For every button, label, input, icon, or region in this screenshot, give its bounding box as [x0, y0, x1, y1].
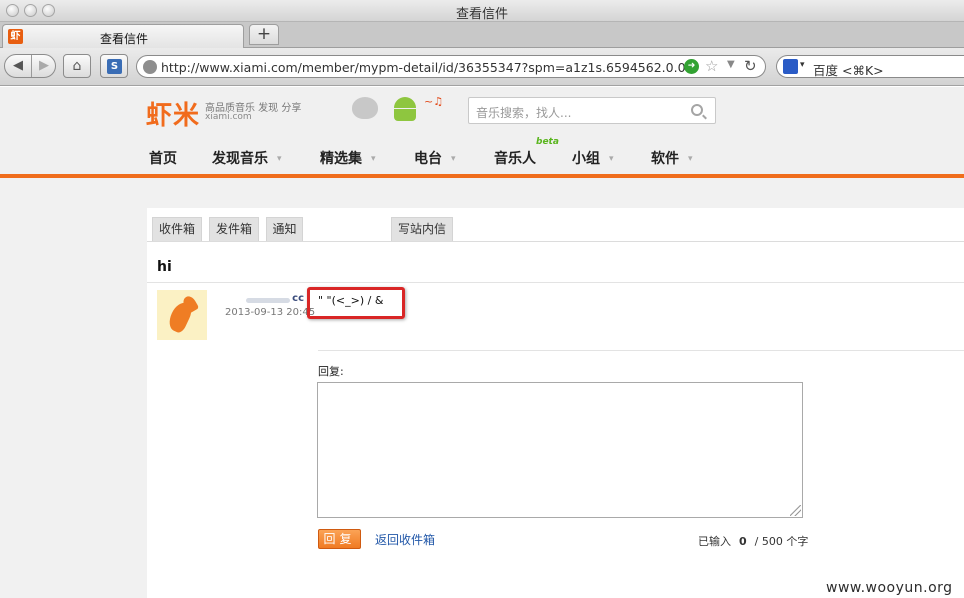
address-bar[interactable]: http://www.xiami.com/member/mypm-detail/… [136, 55, 766, 78]
site-search-box[interactable]: 音乐搜索，找人... [468, 97, 716, 124]
beta-badge: beta [536, 137, 559, 147]
android-icon[interactable] [390, 97, 420, 121]
search-engine-placeholder[interactable]: 百度 <⌘K> [813, 60, 884, 79]
chevron-down-icon: ▾ [277, 154, 282, 164]
reply-textarea[interactable] [317, 382, 803, 518]
extension-s-button[interactable]: S [100, 54, 128, 78]
globe-icon [143, 60, 157, 74]
site-header: 虾米 高品质音乐 发现 分享 xiami.com ~♫ 音乐搜索，找人... b… [0, 87, 964, 177]
browser-navbar: ◀ ▶ ⌂ S http://www.xiami.com/member/mypm… [0, 48, 964, 86]
tabs-divider [147, 241, 964, 242]
redacted-name [246, 298, 290, 303]
message-time: 2013-09-13 20:45 [225, 307, 316, 318]
baidu-paw-icon [783, 59, 798, 74]
reply-label: 回复: [318, 365, 344, 378]
sender-name[interactable]: cc [246, 293, 304, 305]
message-divider [318, 350, 964, 351]
resize-grip-icon[interactable] [790, 505, 801, 516]
nav-collections[interactable]: 精选集 ▾ [320, 148, 376, 168]
new-tab-button[interactable]: + [249, 24, 279, 45]
tab-compose[interactable]: 写站内信 [391, 217, 453, 241]
tab-inbox[interactable]: 收件箱 [152, 217, 202, 241]
back-forward-group: ◀ ▶ [4, 54, 56, 78]
nav-groups[interactable]: 小组 ▾ [572, 148, 614, 168]
tab-bar: 虾 查看信件 [0, 22, 964, 48]
tab-outbox[interactable]: 发件箱 [209, 217, 259, 241]
music-note-icon: ~♫ [424, 95, 444, 108]
chevron-down-icon: ▾ [609, 154, 614, 164]
sender-avatar[interactable] [157, 290, 207, 340]
chevron-down-icon: ▾ [371, 154, 376, 164]
message-body: " "(<_>) / & [318, 294, 384, 307]
chevron-down-icon: ▾ [688, 154, 693, 164]
counter-prefix: 已输入 [698, 535, 731, 548]
bookmark-star-icon[interactable]: ☆ [705, 57, 718, 75]
site-nav: beta 首页 发现音乐 ▾ 精选集 ▾ 电台 ▾ 音乐人 小组 ▾ 软件 ▾ [0, 137, 964, 174]
tab-notifications[interactable]: 通知 [266, 217, 303, 241]
url-dropdown-icon[interactable]: ▼ [727, 59, 735, 70]
tab-title: 查看信件 [99, 32, 148, 46]
char-counter: 已输入 0 / 500 个字 [698, 533, 808, 549]
back-arrow-icon[interactable]: ◀ [5, 55, 31, 77]
message-subject: hi [157, 259, 172, 275]
reply-button[interactable]: 回复 [318, 529, 361, 549]
extension-s-icon: S [107, 59, 122, 74]
watermark: www.wooyun.org [826, 580, 953, 596]
apple-icon[interactable] [352, 97, 378, 119]
browser-tab[interactable]: 虾 查看信件 [2, 24, 244, 48]
subject-divider [147, 282, 964, 283]
home-icon[interactable]: ⌂ [63, 54, 91, 78]
counter-value: 0 [739, 535, 747, 548]
chevron-down-icon: ▾ [451, 154, 456, 164]
window-title: 查看信件 [455, 7, 508, 22]
nav-radio[interactable]: 电台 ▾ [414, 148, 456, 168]
nav-discover[interactable]: 发现音乐 ▾ [212, 148, 282, 168]
url-text[interactable]: http://www.xiami.com/member/mypm-detail/… [161, 60, 697, 75]
site-domain: xiami.com [205, 112, 252, 122]
counter-suffix: / 500 个字 [754, 535, 809, 548]
reload-icon[interactable]: ↻ [744, 57, 757, 75]
engine-dropdown-icon[interactable]: ▾ [800, 60, 805, 70]
nav-home[interactable]: 首页 [149, 148, 177, 168]
search-icon[interactable] [691, 104, 703, 116]
nav-musicians[interactable]: 音乐人 [494, 148, 536, 168]
window-titlebar: 查看信件 [0, 0, 964, 22]
back-to-inbox-link[interactable]: 返回收件箱 [375, 531, 435, 548]
xiami-logo[interactable]: 虾米 [146, 95, 200, 132]
forward-arrow-icon[interactable]: ▶ [31, 55, 57, 77]
site-search-input[interactable]: 音乐搜索，找人... [476, 104, 571, 121]
search-engine-bar[interactable]: ▾ 百度 <⌘K> [776, 55, 964, 78]
nav-software[interactable]: 软件 ▾ [651, 148, 693, 168]
go-arrow-icon[interactable]: ➜ [684, 59, 699, 74]
